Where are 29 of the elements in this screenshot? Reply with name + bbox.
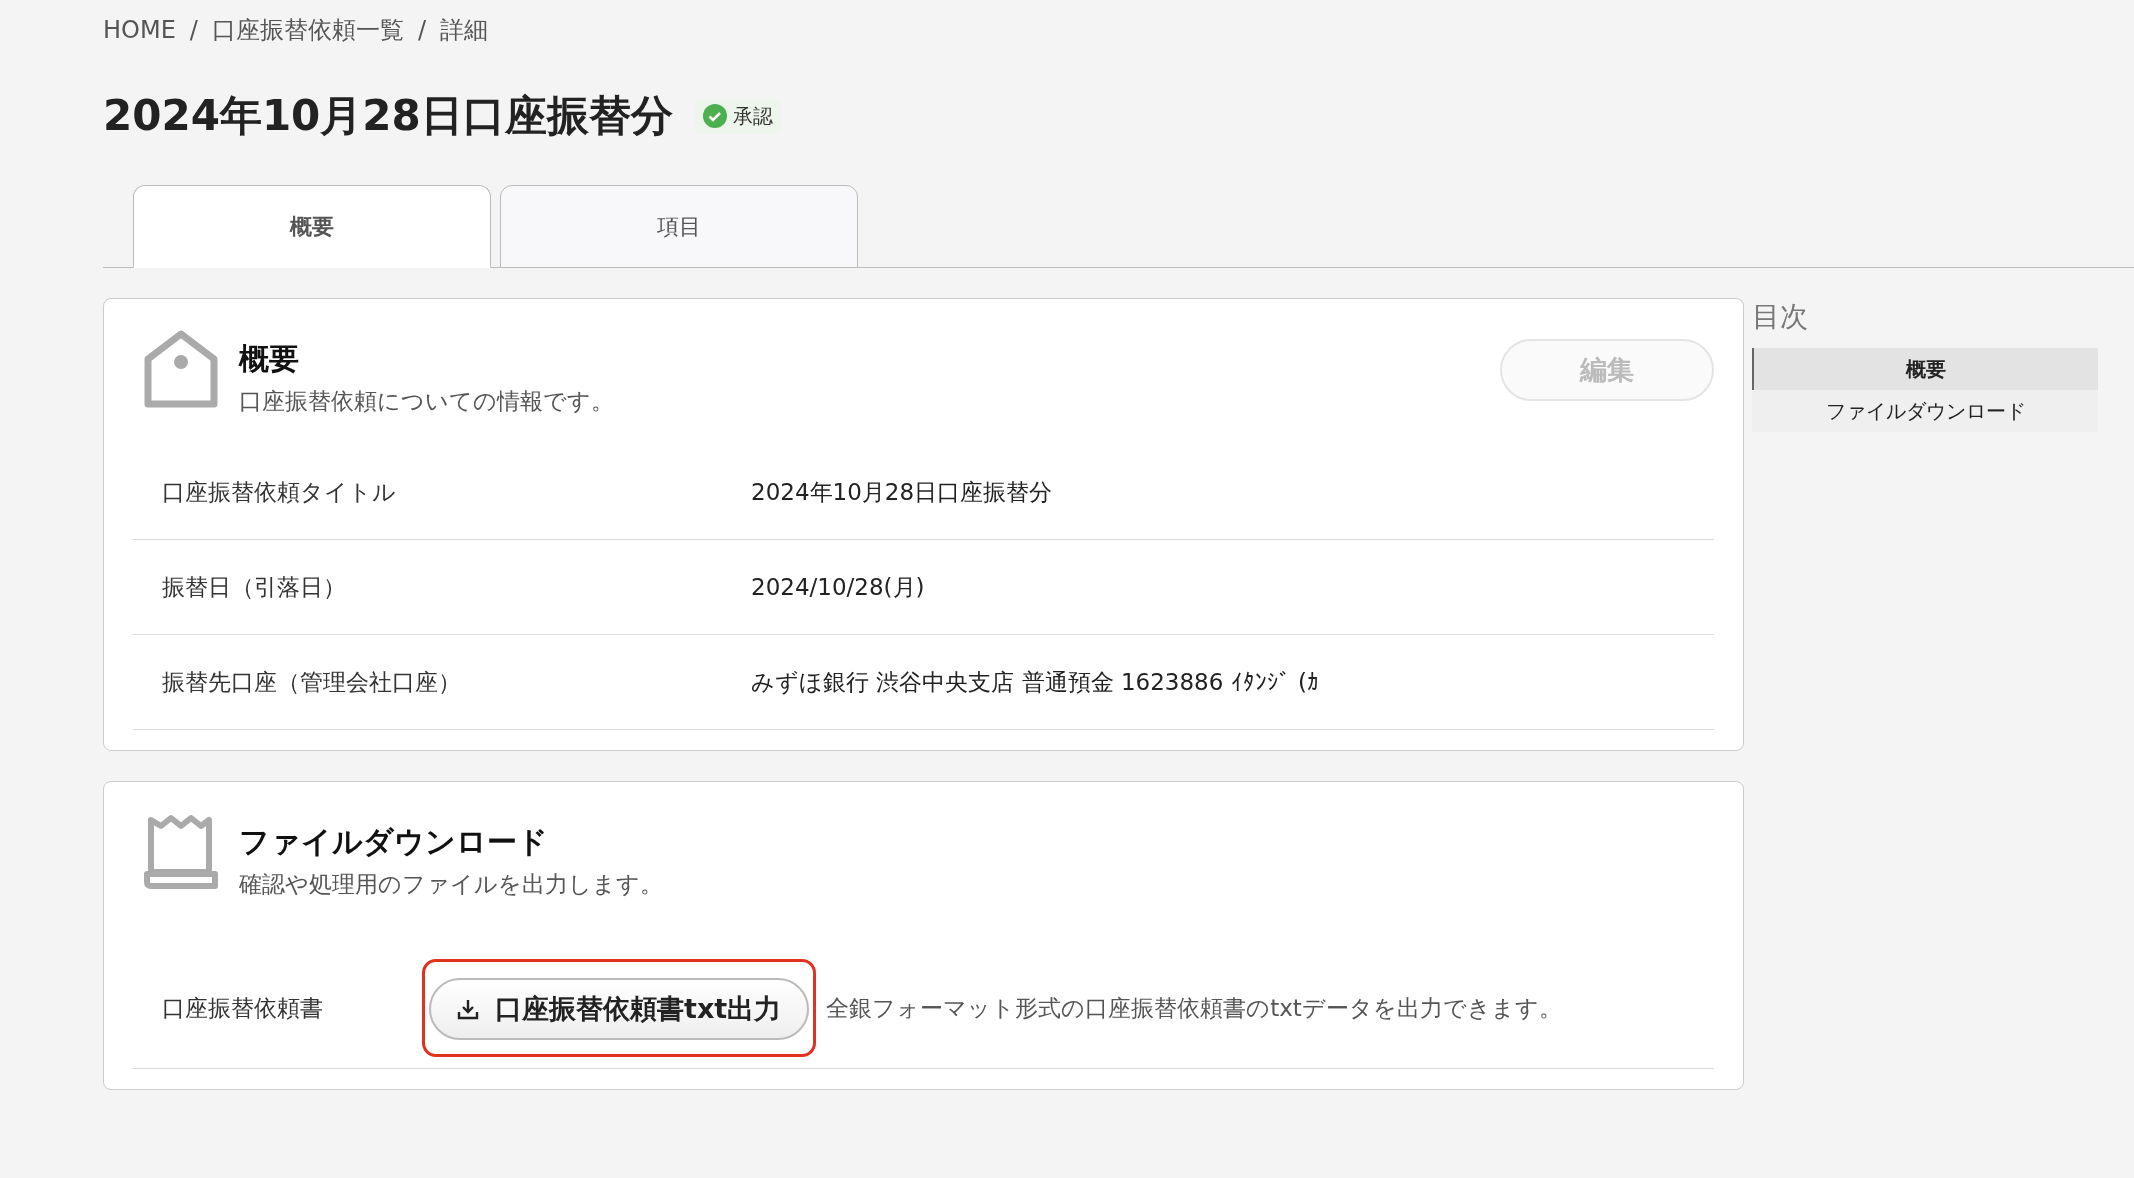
breadcrumb-link[interactable]: 口座振替依頼一覧: [211, 14, 404, 46]
tag-icon: [143, 329, 219, 409]
tab[interactable]: 項目: [500, 185, 858, 268]
status-badge: 承認: [694, 98, 781, 134]
download-button[interactable]: 口座振替依頼書txt出力: [429, 978, 810, 1040]
breadcrumb-link[interactable]: HOME: [103, 16, 176, 44]
breadcrumb-link[interactable]: 詳細: [440, 14, 488, 46]
field-label: 口座振替依頼タイトル: [161, 477, 397, 507]
breadcrumb-separator: /: [189, 16, 198, 44]
tab[interactable]: 概要: [133, 185, 491, 268]
card-subtitle: 確認や処理用のファイルを出力します。: [239, 870, 664, 899]
field-value: 2024/10/28(月): [751, 572, 925, 602]
check-circle-icon: [702, 104, 727, 128]
toc-title: 目次: [1752, 299, 1809, 335]
card-subtitle: 口座振替依頼についての情報です。: [239, 387, 615, 416]
receipt-icon: [143, 812, 219, 892]
field-value: 2024年10月28日口座振替分: [751, 477, 1053, 507]
card-title: 概要: [239, 340, 300, 378]
field-label: 振替先口座（管理会社口座）: [161, 667, 462, 697]
breadcrumb-separator: /: [417, 16, 426, 44]
card-title: ファイルダウンロード: [239, 823, 549, 861]
field-description: 全銀フォーマット形式の口座振替依頼書のtxtデータを出力できます。: [826, 993, 1562, 1023]
field-label: 口座振替依頼書: [161, 993, 324, 1023]
toc-item[interactable]: 概要: [1752, 348, 2098, 390]
field-value: みずほ銀行 渋谷中央支店 普通預金 1623886 ｲﾀﾝｼﾞ (ｶ: [751, 667, 1319, 697]
field-label: 振替日（引落日）: [161, 572, 347, 602]
page-title: 2024年10月28日口座振替分: [103, 90, 673, 142]
download-icon: [457, 998, 479, 1020]
toc-item[interactable]: ファイルダウンロード: [1752, 390, 2098, 432]
